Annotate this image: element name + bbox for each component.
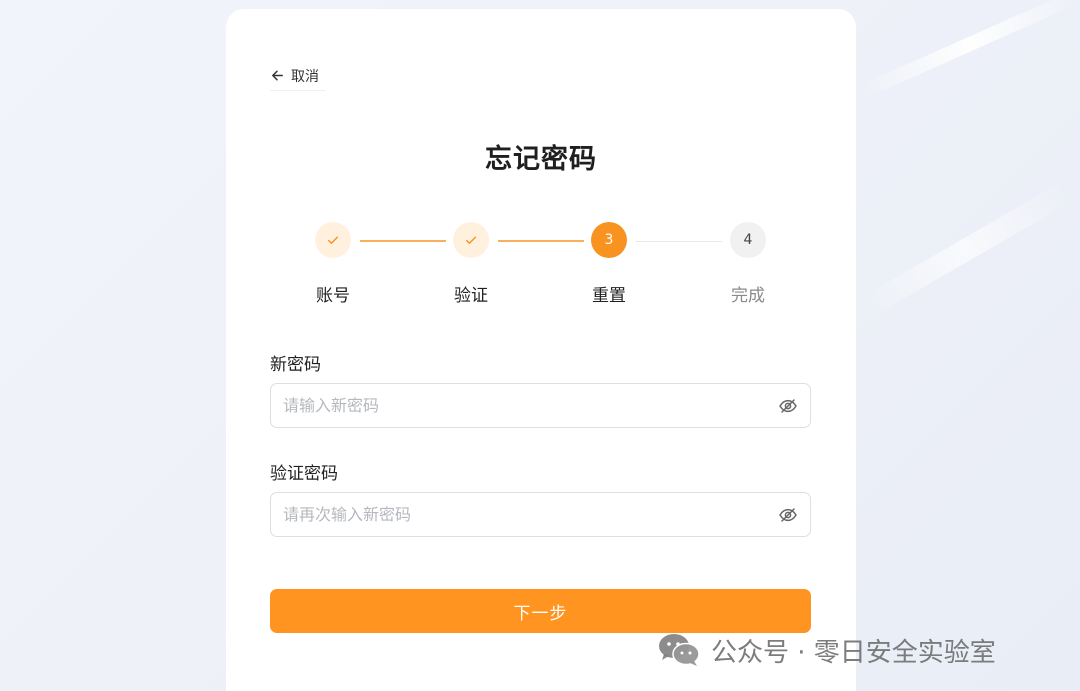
watermark: 公众号 · 零日安全实验室 [657,630,996,670]
new-password-field [270,383,811,428]
step-1-label: 账号 [316,286,350,306]
step-4-label: 完成 [731,286,765,306]
stepper: 3 4 账号 验证 重置 完成 [226,215,856,306]
confirm-password-input[interactable] [283,505,778,524]
new-password-input[interactable] [283,396,778,415]
confirm-password-field [270,492,811,537]
background-streak [854,181,1074,321]
watermark-text: 公众号 · 零日安全实验室 [711,637,996,668]
step-4-circle: 4 [730,222,766,258]
step-2-label: 验证 [454,286,488,306]
wechat-icon [659,634,700,666]
forgot-password-card: 取消 忘记密码 3 4 账号 验证 重置 完成 新密码 验证密码 下一步 [226,9,856,691]
step-3-label: 重置 [592,286,626,306]
next-step-button[interactable]: 下一步 [270,589,811,633]
check-icon [465,236,477,244]
step-1-circle [315,222,351,258]
cancel-label: 取消 [291,68,319,85]
step-connector [636,241,722,242]
new-password-label: 新密码 [270,355,321,375]
cancel-button[interactable]: 取消 [270,61,326,91]
arrow-left-icon [270,68,285,83]
step-2-circle [453,222,489,258]
step-connector [498,240,584,242]
confirm-password-label: 验证密码 [270,464,338,484]
eye-off-icon[interactable] [778,505,798,525]
page-title: 忘记密码 [485,144,597,175]
step-connector [360,240,446,242]
eye-off-icon[interactable] [778,396,798,416]
background-streak [857,0,1080,100]
step-3-circle: 3 [591,222,627,258]
check-icon [327,236,339,244]
